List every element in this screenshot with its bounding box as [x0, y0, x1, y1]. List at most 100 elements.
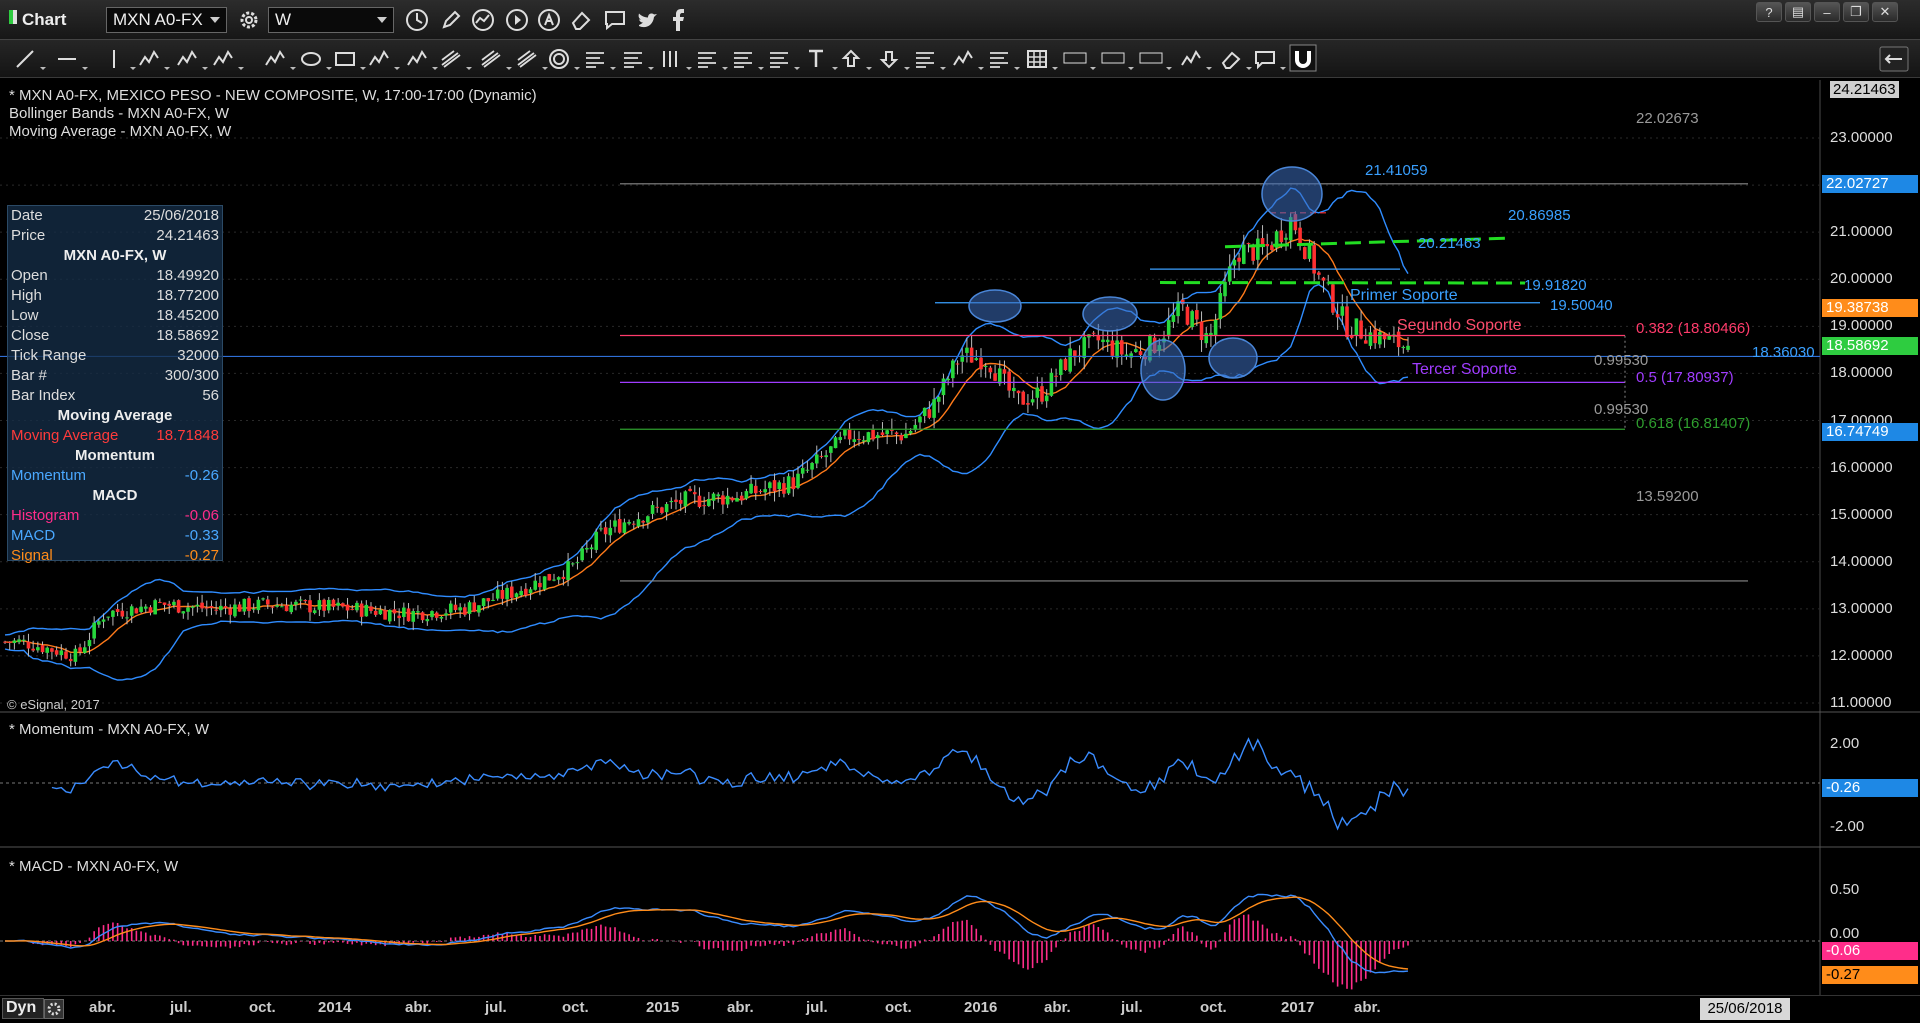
horizontal-ray-icon[interactable]: [916, 53, 946, 70]
rectangle-icon[interactable]: [336, 53, 366, 70]
play-icon[interactable]: [504, 7, 530, 33]
fib-time-icon[interactable]: [770, 53, 800, 70]
tj-icon[interactable]: [1102, 53, 1134, 70]
panel-toggle-icon[interactable]: [1880, 47, 1908, 71]
candle-body: [580, 548, 584, 560]
candle-body: [139, 607, 143, 612]
ellipse-icon[interactable]: [302, 53, 332, 70]
candle-body: [801, 468, 805, 474]
data-label: High: [11, 286, 42, 306]
data-label: Close: [11, 326, 49, 346]
angle-icon[interactable]: [954, 52, 984, 70]
candle-body: [763, 489, 767, 492]
columns-icon[interactable]: [664, 51, 692, 70]
line-tool-icon[interactable]: [17, 51, 46, 70]
candle-body: [388, 610, 392, 621]
facebook-icon[interactable]: [668, 7, 688, 33]
comment-icon[interactable]: [1256, 52, 1286, 70]
candle-body: [1303, 247, 1307, 259]
support-label: Primer Soporte: [1350, 287, 1458, 305]
candle-body: [566, 561, 570, 580]
candle-body: [646, 516, 650, 522]
bars-icon[interactable]: [624, 53, 654, 70]
candle-body: [1068, 349, 1072, 372]
data-window[interactable]: Date25/06/2018Price24.21463MXN A0-FX, WO…: [7, 205, 223, 561]
candle-body: [1251, 245, 1255, 260]
data-label: Price: [11, 226, 45, 246]
symbol-selector[interactable]: MXN A0-FX: [106, 7, 227, 33]
fib-retracement-icon[interactable]: [698, 53, 728, 70]
candle-body: [707, 499, 711, 506]
settings-icon[interactable]: [44, 999, 64, 1019]
fan-tool-icon[interactable]: [266, 52, 296, 70]
restore-button[interactable]: ❐: [1843, 2, 1869, 22]
alert-icon[interactable]: [536, 7, 562, 33]
vertical-line-icon[interactable]: [114, 50, 136, 70]
elliott-icon[interactable]: [1182, 52, 1212, 70]
data-row: Signal-0.27: [8, 546, 222, 566]
time-label: jul.: [485, 999, 507, 1016]
arrow-up-icon[interactable]: [844, 51, 872, 70]
price-tick-label: 15.00000: [1830, 506, 1893, 523]
arrow-tool-icon[interactable]: [178, 52, 208, 70]
dyn-tab[interactable]: Dyn: [2, 998, 44, 1019]
arrow-down-icon[interactable]: [882, 52, 910, 70]
parallel-line-icon[interactable]: [518, 51, 548, 70]
candle-body: [55, 650, 59, 654]
zigzag-icon[interactable]: [140, 52, 170, 70]
candle-body: [196, 605, 200, 607]
candle-body: [219, 606, 223, 610]
diamond-icon[interactable]: [370, 52, 400, 70]
line-draw-icon[interactable]: [470, 7, 496, 33]
data-row: Momentum-0.26: [8, 466, 222, 486]
menu-lines-icon[interactable]: [586, 53, 616, 70]
minimize-button[interactable]: –: [1814, 2, 1840, 22]
channel-icon[interactable]: [442, 51, 472, 70]
candle-body: [125, 617, 129, 618]
eraser-icon[interactable]: [568, 7, 594, 33]
candle-body: [853, 439, 857, 442]
chevron-down-icon: [377, 17, 387, 23]
interval-selector[interactable]: W: [268, 7, 394, 33]
magnet-icon[interactable]: [1290, 45, 1316, 71]
pti-icon[interactable]: [1140, 53, 1172, 70]
cycle-lines-icon[interactable]: [482, 51, 512, 70]
candle-body: [214, 610, 218, 611]
fan-lines-icon[interactable]: [990, 53, 1020, 70]
settings-gear-icon[interactable]: [236, 7, 262, 33]
level-label: 21.41059: [1365, 162, 1428, 179]
chart-canvas[interactable]: [0, 80, 1920, 995]
twitter-icon[interactable]: [636, 7, 662, 33]
help-button[interactable]: ?: [1756, 2, 1782, 22]
pitchfork-icon[interactable]: [214, 52, 244, 70]
candle-body: [745, 491, 749, 498]
price-tick-label: 20.00000: [1830, 270, 1893, 287]
close-button[interactable]: ✕: [1872, 2, 1898, 22]
triangle-icon[interactable]: [408, 52, 438, 70]
fib-extension-icon[interactable]: [734, 53, 764, 70]
comment-icon[interactable]: [602, 7, 628, 33]
print-icon[interactable]: ▤: [1785, 2, 1811, 22]
candle-body: [1364, 340, 1368, 343]
candle-body: [951, 361, 955, 379]
mob-icon[interactable]: [1064, 53, 1096, 70]
candle-body: [529, 589, 533, 593]
candle-body: [829, 446, 833, 453]
candle-body: [1200, 321, 1204, 340]
clock-icon[interactable]: [404, 7, 430, 33]
candle-body: [482, 598, 486, 606]
candle-body: [121, 611, 125, 617]
text-tool-icon[interactable]: [809, 51, 838, 70]
eraser-icon[interactable]: [1223, 53, 1252, 70]
grid-icon[interactable]: [1028, 51, 1058, 70]
candle-body: [670, 501, 674, 502]
data-row: Low18.45200: [8, 306, 222, 326]
chart-area[interactable]: * MXN A0-FX, MEXICO PESO - NEW COMPOSITE…: [0, 80, 1920, 995]
target-icon[interactable]: [550, 50, 580, 70]
candle-body: [712, 494, 716, 501]
pencil-icon[interactable]: [438, 7, 464, 33]
time-label: abr.: [727, 999, 754, 1016]
horizontal-line-icon[interactable]: [58, 59, 88, 70]
candle-body: [1139, 351, 1143, 355]
fib-level-label: 0.5 (17.80937): [1636, 369, 1734, 386]
